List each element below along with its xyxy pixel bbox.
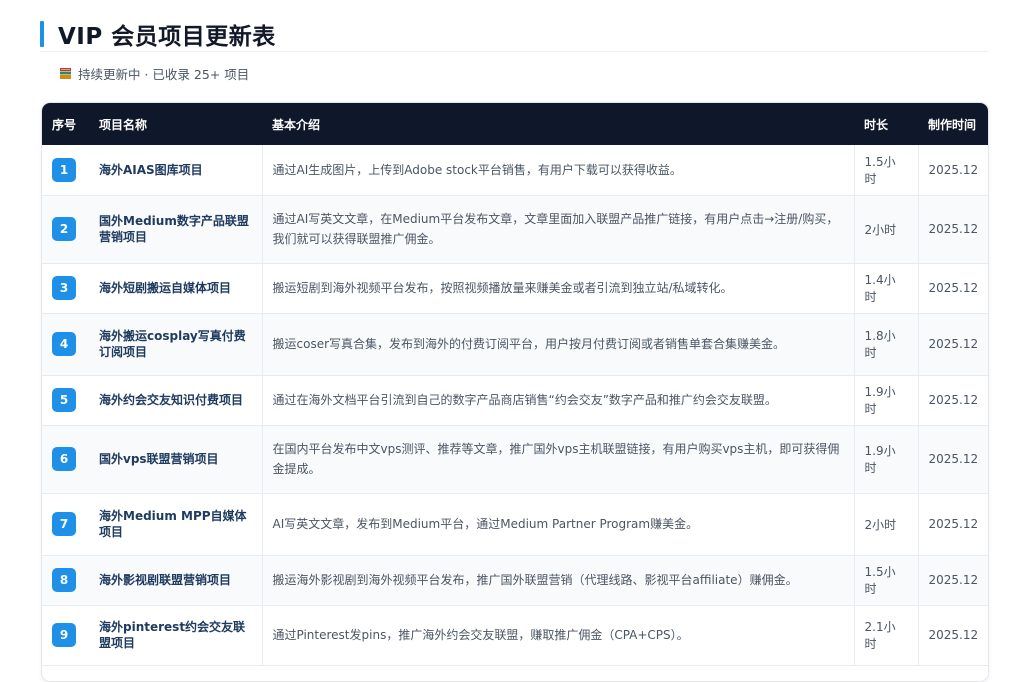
column-header-description: 基本介绍 (272, 117, 321, 132)
row-number-cell: 4 (42, 313, 89, 375)
row-number-badge: 3 (52, 276, 76, 300)
project-name: 海外短剧搬运自媒体项目 (89, 263, 263, 313)
column-header-name: 项目名称 (99, 117, 148, 132)
project-description: 通过Pinterest发pins，推广海外约会交友联盟，赚取推广佣金（CPA+C… (262, 605, 855, 665)
row-number-badge: 8 (52, 568, 76, 592)
project-name: 海外Medium MPP自媒体项目 (89, 493, 263, 555)
row-number-cell: 5 (42, 375, 89, 425)
row-number-badge: 2 (52, 217, 76, 241)
book-icon (59, 67, 72, 80)
project-date: 2025.12 (928, 628, 979, 642)
project-date: 2025.12 (928, 281, 979, 295)
row-number-badge: 6 (52, 447, 76, 471)
project-duration: 1.5小时 (854, 555, 919, 605)
project-name: 海外约会交友知识付费项目 (89, 375, 263, 425)
table-row[interactable]: 1 海外AIAS图库项目 通过AI生成图片，上传到Adobe stock平台销售，有… (42, 145, 988, 195)
row-number-badge: 9 (52, 623, 76, 647)
project-name: 海外pinterest约会交友联盟项目 (89, 605, 263, 665)
project-duration: 1.9小时 (854, 375, 919, 425)
project-duration: 2.1小时 (854, 605, 919, 665)
subtitle-text: 持续更新中 · 已收录 25+ 项目 (78, 67, 250, 82)
project-description: 通过在海外文档平台引流到自己的数字产品商店销售“约会交友”数字产品和推广约会交友… (262, 375, 855, 425)
title-accent-bar (40, 20, 44, 47)
table-row[interactable]: 8 海外影视剧联盟营销项目 搬运海外影视剧到海外视频平台发布，推广国外联盟营销（代理… (42, 555, 988, 605)
row-number-cell: 8 (42, 555, 89, 605)
project-description: 通过AI生成图片，上传到Adobe stock平台销售，有用户下载可以获得收益。 (262, 145, 855, 195)
table-row[interactable]: 9 海外pinterest约会交友联盟项目 通过Pinterest发pins，推广海… (42, 605, 988, 665)
table-header-row: 序号 项目名称 基本介绍 时长 制作时间 (42, 103, 988, 145)
project-description: 通过AI写英文文章，在Medium平台发布文章，文章里面加入联盟产品推广链接，有… (262, 195, 855, 263)
row-number-badge: 4 (52, 332, 76, 356)
projects-table: 序号 项目名称 基本介绍 时长 制作时间 1 海外AIAS图库项目 通过AI生成图片… (42, 103, 988, 666)
project-duration: 2小时 (854, 493, 919, 555)
project-date: 2025.12 (928, 573, 979, 587)
table-row[interactable]: 7 海外Medium MPP自媒体项目 AI写英文文章，发布到Medium平台，通过… (42, 493, 988, 555)
table-body: 1 海外AIAS图库项目 通过AI生成图片，上传到Adobe stock平台销售，有… (42, 145, 988, 665)
project-name: 国外Medium数字产品联盟营销项目 (89, 195, 263, 263)
table-row[interactable]: 5 海外约会交友知识付费项目 通过在海外文档平台引流到自己的数字产品商店销售“约会交… (42, 375, 988, 425)
row-number-cell: 9 (42, 605, 89, 665)
project-date: 2025.12 (928, 452, 979, 466)
row-number-cell: 7 (42, 493, 89, 555)
project-date: 2025.12 (928, 222, 979, 236)
row-number-cell: 3 (42, 263, 89, 313)
row-number-badge: 5 (52, 388, 76, 412)
row-number-badge: 1 (52, 157, 76, 182)
column-header-date: 制作时间 (928, 117, 977, 132)
project-duration: 1.8小时 (854, 313, 919, 375)
subtitle-row: 持续更新中 · 已收录 25+ 项目 (59, 64, 988, 83)
row-number-cell: 6 (42, 425, 89, 493)
project-date: 2025.12 (928, 162, 979, 177)
project-name: 海外搬运cosplay写真付费订阅项目 (89, 313, 263, 375)
table-row[interactable]: 2 国外Medium数字产品联盟营销项目 通过AI写英文文章，在Medium平台发布… (42, 195, 988, 263)
projects-table-container: 序号 项目名称 基本介绍 时长 制作时间 1 海外AIAS图库项目 通过AI生成图片… (41, 102, 989, 682)
project-description: 搬运短剧到海外视频平台发布，按照视频播放量来赚美金或者引流到独立站/私域转化。 (262, 263, 855, 313)
title-row: VIP 会员项目更新表 (40, 20, 988, 52)
project-name: 海外AIAS图库项目 (89, 145, 263, 195)
project-date: 2025.12 (928, 393, 979, 407)
project-duration: 1.4小时 (854, 263, 919, 313)
project-duration: 2小时 (854, 195, 919, 263)
page-header: VIP 会员项目更新表 持续更新中 · 已收录 25+ 项目 (40, 20, 988, 83)
table-row[interactable]: 3 海外短剧搬运自媒体项目 搬运短剧到海外视频平台发布，按照视频播放量来赚美金或者引… (42, 263, 988, 313)
row-number-cell: 2 (42, 195, 89, 263)
project-description: 搬运海外影视剧到海外视频平台发布，推广国外联盟营销（代理线路、影视平台affil… (262, 555, 855, 605)
column-header-duration: 时长 (864, 117, 889, 132)
project-date: 2025.12 (928, 517, 979, 531)
table-row[interactable]: 6 国外vps联盟营销项目 在国内平台发布中文vps测评、推荐等文章，推广国外vps… (42, 425, 988, 493)
project-description: AI写英文文章，发布到Medium平台，通过Medium Partner Pro… (262, 493, 855, 555)
project-duration: 1.5小时 (854, 145, 919, 195)
project-date: 2025.12 (928, 337, 979, 351)
row-number-badge: 7 (52, 512, 76, 536)
project-name: 海外影视剧联盟营销项目 (89, 555, 263, 605)
project-description: 搬运coser写真合集，发布到海外的付费订阅平台，用户按月付费订阅或者销售单套合… (262, 313, 855, 375)
column-header-number: 序号 (52, 117, 77, 132)
row-number-cell: 1 (42, 145, 89, 195)
table-row[interactable]: 4 海外搬运cosplay写真付费订阅项目 搬运coser写真合集，发布到海外的付费… (42, 313, 988, 375)
page-title: VIP 会员项目更新表 (58, 23, 276, 50)
project-name: 国外vps联盟营销项目 (89, 425, 263, 493)
project-description: 在国内平台发布中文vps测评、推荐等文章，推广国外vps主机联盟链接，有用户购买… (262, 425, 855, 493)
project-duration: 1.9小时 (854, 425, 919, 493)
